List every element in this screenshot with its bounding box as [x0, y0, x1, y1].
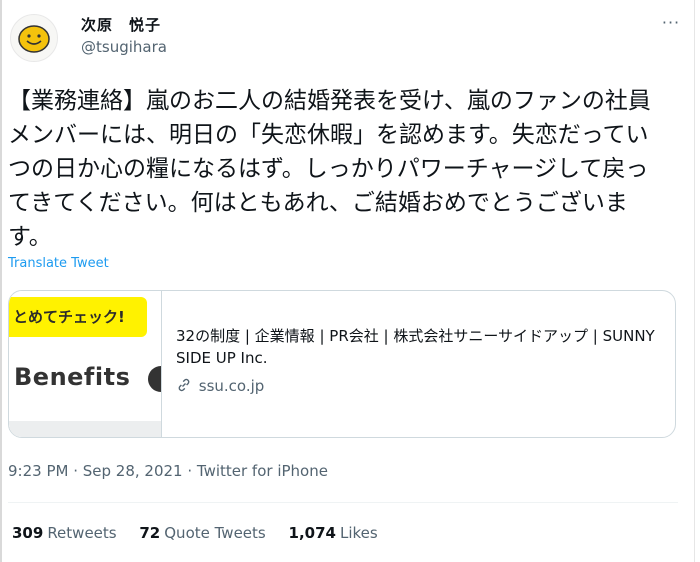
likes-stat[interactable]: 1,074 Likes	[289, 524, 378, 542]
quotes-count: 72	[139, 524, 161, 542]
likes-count: 1,074	[288, 524, 336, 542]
translate-tweet-link[interactable]: Translate Tweet	[8, 256, 109, 271]
quote-tweets-stat[interactable]: 72 Quote Tweets	[139, 524, 265, 542]
card-image-text: Benefits	[14, 363, 131, 391]
tweet-text: 【業務連絡】嵐のお二人の結婚発表を受け、嵐のファンの社員メンバーには、明日の「失…	[8, 88, 651, 250]
more-icon[interactable]: ···	[658, 15, 684, 36]
card-image-footer	[9, 421, 161, 437]
link-card[interactable]: とめてチェック! Benefits 32の制度 | 企業情報 | PR会社 | …	[8, 290, 676, 438]
tweet-header: 次原 悦子 @tsugihara ···	[8, 10, 688, 62]
avatar[interactable]	[10, 14, 58, 62]
card-image-dot	[148, 366, 161, 392]
smiley-avatar-icon	[18, 25, 50, 53]
card-text: 32の制度 | 企業情報 | PR会社 | 株式会社サニーサイドアップ | SU…	[176, 325, 666, 397]
card-sticker: とめてチェック!	[9, 297, 147, 337]
divider	[8, 502, 678, 503]
likes-label: Likes	[339, 524, 378, 542]
link-icon	[178, 378, 190, 392]
left-edge	[0, 0, 2, 562]
right-edge	[694, 0, 695, 562]
tweet-timestamp[interactable]: 9:23 PM · Sep 28, 2021 · Twitter for iPh…	[8, 462, 328, 480]
retweets-count: 309	[12, 524, 44, 542]
display-name[interactable]: 次原 悦子	[81, 14, 161, 35]
card-domain-row: ssu.co.jp	[176, 375, 666, 397]
retweets-label: Retweets	[47, 524, 117, 542]
tweet-stats: 309 Retweets 72 Quote Tweets 1,074 Likes	[12, 524, 396, 542]
card-thumbnail[interactable]: とめてチェック! Benefits	[9, 291, 162, 437]
user-handle[interactable]: @tsugihara	[81, 38, 167, 56]
card-title: 32の制度 | 企業情報 | PR会社 | 株式会社サニーサイドアップ | SU…	[176, 327, 655, 367]
retweets-stat[interactable]: 309 Retweets	[12, 524, 117, 542]
card-domain: ssu.co.jp	[198, 377, 265, 395]
quotes-label: Quote Tweets	[164, 524, 266, 542]
